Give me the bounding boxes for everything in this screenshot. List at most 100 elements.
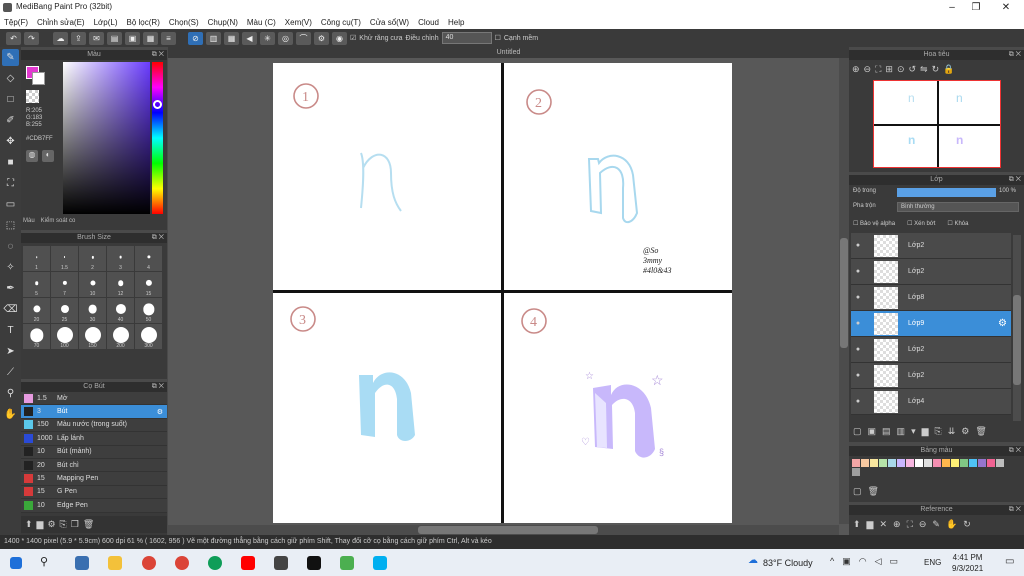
palette-icon[interactable]: ◍ [26, 150, 38, 162]
palette-swatch[interactable] [852, 468, 860, 476]
open-canvas-icon[interactable]: ⬆ [853, 519, 861, 530]
lock-icon[interactable]: 🔒 [943, 64, 954, 75]
brush-size-cell[interactable]: 20 [23, 298, 50, 323]
close-icon[interactable]: ⧉ ✕ [152, 233, 164, 243]
menu-layer[interactable]: Lớp(L) [94, 18, 118, 27]
brush-size-cell[interactable]: 300 [135, 324, 162, 349]
close-file-icon[interactable]: ✕ [879, 519, 887, 530]
fill-tool-icon[interactable]: ■ [2, 154, 19, 171]
delete-icon[interactable]: 🗑 [83, 519, 94, 530]
brush-item[interactable]: 1.5 Mờ [21, 392, 167, 406]
background-color-swatch[interactable] [32, 72, 45, 85]
brush-size-cell[interactable]: 4 [135, 246, 162, 271]
battery-icon[interactable]: ▭ [890, 556, 899, 567]
tray-chevron-icon[interactable]: ^ [830, 556, 834, 567]
adjust-select[interactable]: 40 [441, 32, 492, 44]
menu-snap[interactable]: Chụp(N) [208, 18, 238, 27]
snap-circle-icon[interactable]: ◎ [278, 31, 293, 45]
palette-swatch[interactable] [888, 459, 896, 467]
brush-item[interactable]: 3 Bút ⚙ [21, 405, 167, 419]
grid-icon[interactable]: ▦ [143, 31, 158, 45]
brush-item[interactable]: 150 Màu nước (trong suốt) [21, 418, 167, 433]
layer-settings-icon[interactable]: ⚙ [961, 426, 969, 437]
duplicate-layer-icon[interactable]: ⎘ [935, 426, 942, 437]
search-icon[interactable]: ⚲ [40, 555, 48, 568]
layer-settings-icon[interactable]: ⚙ [998, 318, 1007, 329]
dell-icon[interactable] [75, 556, 89, 570]
menu-select[interactable]: Chọn(S) [169, 18, 199, 27]
brush-size-cell[interactable]: 150 [79, 324, 106, 349]
palette-swatch[interactable] [942, 459, 950, 467]
pen-tool-icon[interactable]: ✐ [2, 112, 19, 129]
brush-size-cell[interactable]: 2 [79, 246, 106, 271]
windows-start-icon[interactable] [10, 557, 22, 569]
new-1bit-icon[interactable]: ▥ [897, 426, 906, 437]
delete-layer-icon[interactable]: 🗑 [975, 426, 986, 437]
color-wheel-icon[interactable]: ◐ [42, 150, 54, 162]
maximize-button[interactable]: ❐ [962, 1, 990, 14]
palette-swatch[interactable] [852, 459, 860, 467]
transparent-swatch[interactable] [26, 90, 39, 103]
weather-text[interactable]: 83°F Cloudy [763, 558, 813, 568]
add-layer-dropdown-icon[interactable]: ▾ [911, 426, 916, 437]
brush-size-cell[interactable]: 200 [107, 324, 134, 349]
menu-filter[interactable]: Bộ lọc(R) [127, 18, 160, 27]
file-explorer-icon[interactable] [108, 556, 122, 570]
close-icon[interactable]: ⧉ ✕ [1009, 50, 1021, 60]
menu-help[interactable]: Help [448, 18, 464, 27]
zoom-out-icon[interactable]: ⊖ [864, 64, 872, 75]
brush-size-cell[interactable]: 70 [23, 324, 50, 349]
visibility-icon[interactable]: ● [853, 268, 863, 275]
brush-item[interactable]: 20 Bút chì [21, 458, 167, 473]
visibility-icon[interactable]: ● [853, 320, 863, 327]
menu-window[interactable]: Cửa sổ(W) [370, 18, 409, 27]
document-icon[interactable]: ▤ [107, 31, 122, 45]
rotate-left-icon[interactable]: ↺ [909, 64, 917, 75]
soft-edge-checkbox[interactable]: ☐ [495, 34, 501, 42]
lock-checkbox[interactable]: ☐ Khóa [947, 220, 968, 227]
palette-swatch[interactable] [879, 459, 887, 467]
magic-wand-tool-icon[interactable]: ✧ [2, 259, 19, 276]
ref-hand-icon[interactable]: ✋ [946, 519, 957, 530]
chrome-icon-1[interactable] [142, 556, 156, 570]
tab-color[interactable]: Màu [23, 218, 35, 224]
close-icon[interactable]: ⧉ ✕ [1009, 446, 1021, 456]
palette-swatch[interactable] [996, 459, 1004, 467]
protect-alpha-checkbox[interactable]: ☐ Bảo vệ alpha [853, 220, 895, 227]
antialias-checkbox[interactable]: ☑ [350, 34, 356, 42]
text-tool-icon[interactable]: T [2, 322, 19, 339]
brush-size-cell[interactable]: 10 [79, 272, 106, 297]
brush-size-cell[interactable]: 100 [51, 324, 78, 349]
visibility-icon[interactable]: ● [853, 242, 863, 249]
horizontal-scrollbar[interactable] [168, 525, 839, 535]
layer-row[interactable]: ● Lớp8 [851, 285, 1011, 311]
brush-size-cell[interactable]: 50 [135, 298, 162, 323]
brush-size-cell[interactable]: 15 [135, 272, 162, 297]
navigator-preview[interactable]: n n n n [873, 80, 1001, 168]
palette-swatch[interactable] [861, 459, 869, 467]
visibility-icon[interactable]: ● [853, 346, 863, 353]
palette-swatch[interactable] [960, 459, 968, 467]
layer-row[interactable]: ● Lớp9 ⚙ [851, 311, 1011, 337]
clip-checkbox[interactable]: ☐ Xén bớt [907, 220, 935, 227]
bucket-tool-icon[interactable]: ⛶ [2, 175, 19, 192]
settings-icon[interactable]: ⚙ [314, 31, 329, 45]
brush-size-cell[interactable]: 30 [79, 298, 106, 323]
clock[interactable]: 4:41 PM 9/3/2021 [952, 552, 983, 574]
ref-eyedropper-icon[interactable]: ✎ [932, 519, 940, 530]
divide-tool-icon[interactable]: ⟋ [2, 364, 19, 381]
folder-icon[interactable]: ▆ [37, 519, 44, 530]
redo-icon[interactable]: ↷ [24, 31, 39, 45]
brush-size-cell[interactable]: 7 [51, 272, 78, 297]
close-icon[interactable]: ⧉ ✕ [1009, 175, 1021, 185]
close-icon[interactable]: ⧉ ✕ [152, 50, 164, 60]
youtube-icon[interactable] [241, 556, 255, 570]
brush-size-cell[interactable]: 12 [107, 272, 134, 297]
dot-tool-icon[interactable]: □ [2, 91, 19, 108]
cloud-icon[interactable]: ☁ [53, 31, 68, 45]
palette-swatch[interactable] [951, 459, 959, 467]
eyedropper-tool-icon[interactable]: ⚲ [2, 385, 19, 402]
canvas-tab[interactable]: Untitled [168, 47, 849, 58]
blend-mode-select[interactable]: Bình thường [897, 202, 1019, 212]
brush-size-cell[interactable]: 3 [107, 246, 134, 271]
